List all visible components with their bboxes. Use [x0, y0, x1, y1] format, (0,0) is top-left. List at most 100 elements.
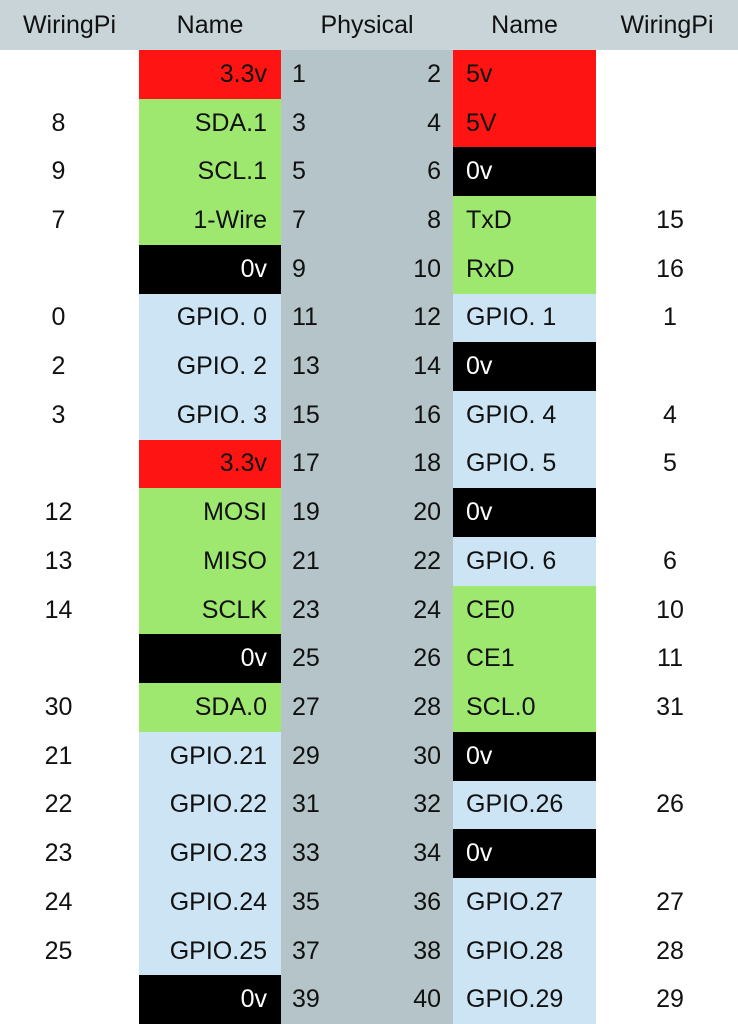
name-left-cell: 0v: [139, 244, 281, 294]
physical-pin-even: 18: [413, 449, 441, 478]
physical-pin-even: 14: [413, 352, 441, 381]
name-left-cell: GPIO. 0: [139, 293, 281, 343]
wiringpi-right-cell: 16: [596, 244, 738, 294]
physical-pin-cell: 11 12: [281, 293, 453, 343]
name-left-cell: SDA.1: [139, 98, 281, 148]
name-left-cell: 1-Wire: [139, 196, 281, 245]
physical-pin-cell: 33 34: [281, 829, 453, 878]
physical-pin-cell: 27 28: [281, 683, 453, 732]
wiringpi-right-cell: 11: [596, 634, 738, 684]
table-row: 12 MOSI 19 20 0v: [0, 488, 738, 538]
name-left-cell: GPIO.23: [139, 829, 281, 878]
name-right-cell: GPIO.29: [453, 975, 596, 1024]
physical-pin-odd: 27: [292, 692, 320, 721]
wiringpi-left-cell: 9: [0, 147, 139, 197]
physical-pin-odd: 33: [292, 839, 320, 868]
wiringpi-right-cell: 10: [596, 585, 738, 635]
name-right-cell: 0v: [453, 488, 596, 538]
name-left-cell: GPIO.21: [139, 731, 281, 781]
wiringpi-left-cell: 2: [0, 342, 139, 391]
table-row: 0v 39 40 GPIO.29 29: [0, 975, 738, 1024]
wiringpi-left-cell: 25: [0, 926, 139, 976]
column-header-physical: Physical: [320, 11, 414, 39]
name-right-cell: GPIO. 1: [453, 293, 596, 343]
column-header-wiringpi-right: WiringPi: [620, 11, 714, 39]
wiringpi-right-cell: 28: [596, 926, 738, 976]
name-left-cell: SDA.0: [139, 683, 281, 732]
name-right-cell: GPIO. 4: [453, 390, 596, 440]
physical-pin-even: 12: [413, 303, 441, 332]
name-left-cell: GPIO. 2: [139, 342, 281, 391]
wiringpi-left-cell: 7: [0, 196, 139, 245]
table-row: 0v 25 26 CE1 11: [0, 634, 738, 684]
wiringpi-right-cell: [596, 488, 738, 538]
wiringpi-left-cell: 12: [0, 488, 139, 538]
physical-pin-odd: 17: [292, 449, 320, 478]
name-right-cell: RxD: [453, 244, 596, 294]
table-row: 23 GPIO.23 33 34 0v: [0, 829, 738, 878]
physical-pin-even: 36: [413, 887, 441, 916]
physical-pin-odd: 19: [292, 498, 320, 527]
physical-pin-even: 20: [413, 498, 441, 527]
physical-pin-cell: 29 30: [281, 731, 453, 781]
name-right-cell: GPIO. 5: [453, 439, 596, 489]
physical-pin-even: 30: [413, 741, 441, 770]
physical-pin-cell: 23 24: [281, 585, 453, 635]
name-right-cell: 0v: [453, 342, 596, 391]
wiringpi-right-cell: 15: [596, 196, 738, 245]
physical-pin-even: 2: [427, 59, 441, 88]
physical-pin-even: 16: [413, 400, 441, 429]
wiringpi-right-cell: [596, 829, 738, 878]
wiringpi-left-cell: [0, 634, 139, 684]
wiringpi-left-cell: 23: [0, 829, 139, 878]
name-right-cell: 0v: [453, 731, 596, 781]
name-right-cell: TxD: [453, 196, 596, 245]
name-right-cell: 5V: [453, 98, 596, 148]
table-row: 7 1-Wire 7 8 TxD 15: [0, 196, 738, 245]
physical-pin-even: 34: [413, 839, 441, 868]
table-row: 22 GPIO.22 31 32 GPIO.26 26: [0, 780, 738, 830]
physical-pin-cell: 25 26: [281, 634, 453, 684]
name-right-cell: 0v: [453, 147, 596, 197]
table-row: 21 GPIO.21 29 30 0v: [0, 731, 738, 781]
wiringpi-right-cell: [596, 50, 738, 99]
physical-pin-cell: 35 36: [281, 877, 453, 927]
physical-pin-even: 26: [413, 644, 441, 673]
wiringpi-right-cell: 27: [596, 877, 738, 927]
wiringpi-right-cell: 4: [596, 390, 738, 440]
physical-pin-even: 4: [427, 108, 441, 137]
name-left-cell: GPIO. 3: [139, 390, 281, 440]
name-right-cell: GPIO. 6: [453, 537, 596, 586]
physical-pin-odd: 5: [292, 157, 306, 186]
name-right-cell: GPIO.28: [453, 926, 596, 976]
table-row: 2 GPIO. 2 13 14 0v: [0, 342, 738, 391]
name-left-cell: MISO: [139, 537, 281, 586]
wiringpi-right-cell: [596, 342, 738, 391]
table-row: 8 SDA.1 3 4 5V: [0, 98, 738, 148]
wiringpi-right-cell: [596, 98, 738, 148]
physical-pin-even: 6: [427, 157, 441, 186]
wiringpi-left-cell: 13: [0, 537, 139, 586]
name-left-cell: SCLK: [139, 585, 281, 635]
wiringpi-right-cell: 1: [596, 293, 738, 343]
table-row: 9 SCL.1 5 6 0v: [0, 147, 738, 197]
physical-pin-odd: 25: [292, 644, 320, 673]
table-row: 3.3v 17 18 GPIO. 55: [0, 439, 738, 489]
physical-pin-even: 32: [413, 790, 441, 819]
column-header-name-right: Name: [491, 11, 558, 39]
name-right-cell: GPIO.27: [453, 877, 596, 927]
physical-pin-cell: 56: [281, 147, 453, 197]
name-left-cell: GPIO.22: [139, 780, 281, 830]
wiringpi-right-cell: [596, 731, 738, 781]
physical-pin-even: 22: [413, 546, 441, 575]
physical-pin-cell: 15 16: [281, 390, 453, 440]
name-left-cell: 0v: [139, 634, 281, 684]
table-row: 3 GPIO. 3 15 16 GPIO. 44: [0, 390, 738, 440]
physical-pin-odd: 3: [292, 108, 306, 137]
physical-pin-odd: 23: [292, 595, 320, 624]
physical-pin-odd: 31: [292, 790, 320, 819]
wiringpi-left-cell: 8: [0, 98, 139, 148]
physical-pin-cell: 12: [281, 50, 453, 99]
physical-pin-odd: 9: [292, 254, 306, 283]
physical-pin-cell: 19 20: [281, 488, 453, 538]
